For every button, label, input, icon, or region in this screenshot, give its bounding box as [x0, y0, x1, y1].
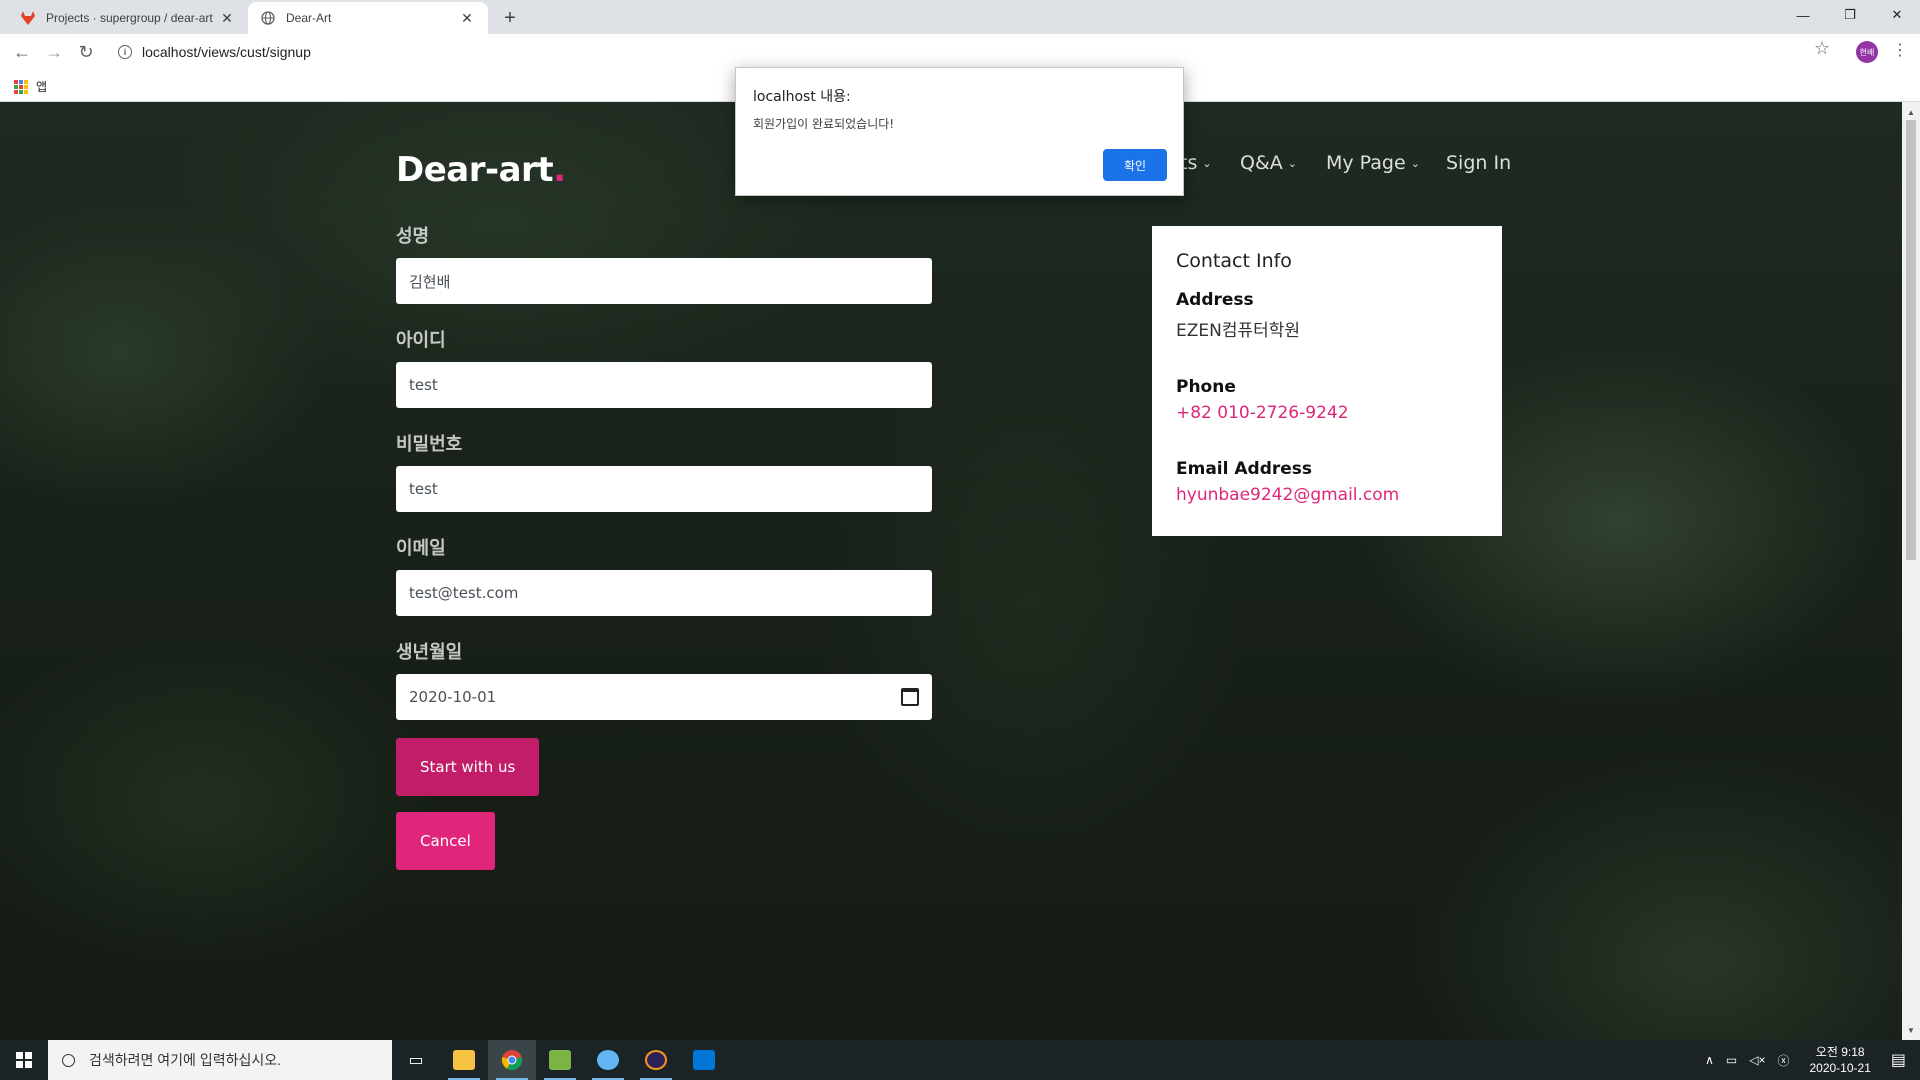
contact-title: Contact Info — [1176, 250, 1292, 272]
notepad-icon[interactable] — [536, 1040, 584, 1080]
ime-icon[interactable]: ⓧ — [1777, 1052, 1789, 1069]
email-value: test@test.com — [409, 584, 519, 602]
birthdate-field[interactable]: 2020-10-01 — [396, 674, 932, 720]
paint-icon[interactable] — [584, 1040, 632, 1080]
brand-text: Dear-art — [396, 150, 554, 190]
taskbar-search-placeholder: 검색하려면 여기에 입력하십시오. — [89, 1052, 281, 1068]
file-explorer-icon[interactable] — [440, 1040, 488, 1080]
browser-toolbar: ← → ↻ i localhost/views/cust/signup — [0, 34, 1920, 70]
brand-dot: . — [553, 150, 566, 190]
taskbar-clock[interactable]: 오전 9:18 2020-10-21 — [1809, 1044, 1870, 1076]
apps-grid-icon — [14, 79, 28, 94]
minimize-icon[interactable]: — — [1780, 0, 1826, 30]
phone-label: Phone — [1176, 377, 1236, 397]
restore-icon[interactable]: ❐ — [1827, 0, 1873, 30]
signup-form: 성명 김현배 아이디 test 비밀번호 test 이메일 test@test.… — [396, 222, 932, 870]
apps-label: 앱 — [36, 80, 48, 94]
userid-value: test — [409, 376, 438, 394]
page-scrollbar[interactable]: ▲ ▼ — [1902, 102, 1920, 1040]
address-bar[interactable]: i localhost/views/cust/signup — [108, 38, 1838, 66]
nav-item-sign-in[interactable]: Sign In — [1446, 152, 1511, 174]
nav-item-my-page[interactable]: My Page ⌄ — [1326, 152, 1420, 174]
tab-title: Projects · supergroup / dear-art — [46, 11, 213, 25]
address-label: Address — [1176, 290, 1254, 310]
contact-info-card: Contact Info Address EZEN컴퓨터학원 Phone +82… — [1152, 226, 1502, 536]
nav-label: Q&A — [1240, 152, 1283, 174]
tray-chevron-up-icon[interactable]: ∧ — [1705, 1053, 1714, 1067]
alert-dialog: localhost 내용: 회원가입이 완료되었습니다! 확인 — [735, 67, 1184, 196]
birthdate-label: 생년월일 — [396, 642, 463, 663]
password-value: test — [409, 480, 438, 498]
system-tray: ∧ ▭ ◁× ⓧ 오전 9:18 2020-10-21 ▤ — [1699, 1040, 1920, 1080]
userid-label: 아이디 — [396, 330, 446, 351]
network-icon[interactable]: ▭ — [1726, 1053, 1737, 1067]
password-label: 비밀번호 — [396, 434, 463, 455]
windows-taskbar: 검색하려면 여기에 입력하십시오. ▭ ∧ ▭ ◁× ⓧ 오전 9:18 202… — [0, 1040, 1920, 1080]
page-viewport: Dear-art. ts ⌄ Q&A ⌄ My Page ⌄ Sign In 성명 김… — [0, 102, 1902, 1040]
chevron-down-icon: ⌄ — [1287, 156, 1297, 170]
clock-time: 오전 9:18 — [1815, 1045, 1865, 1059]
nav-label: Sign In — [1446, 152, 1512, 174]
phone-link[interactable]: +82 010-2726-9242 — [1176, 403, 1478, 423]
bookmark-star-icon[interactable]: ☆ — [1814, 38, 1830, 59]
email-link[interactable]: hyunbae9242@gmail.com — [1176, 485, 1478, 505]
windows-logo-icon — [16, 1052, 32, 1068]
globe-icon — [260, 10, 276, 26]
clock-date: 2020-10-21 — [1809, 1061, 1871, 1075]
name-value: 김현배 — [409, 272, 451, 291]
site-info-icon[interactable]: i — [118, 45, 132, 59]
apps-shortcut[interactable]: 앱 — [14, 78, 47, 95]
task-view-icon[interactable]: ▭ — [392, 1040, 440, 1080]
url-text: localhost/views/cust/signup — [142, 44, 311, 60]
notification-center-icon[interactable]: ▤ — [1891, 1050, 1906, 1070]
reload-icon[interactable]: ↻ — [72, 38, 100, 66]
store-icon[interactable] — [680, 1040, 728, 1080]
name-field[interactable]: 김현배 — [396, 258, 932, 304]
email-address-label: Email Address — [1176, 459, 1313, 479]
userid-field[interactable]: test — [396, 362, 932, 408]
site-logo[interactable]: Dear-art. — [396, 150, 566, 190]
search-icon — [62, 1053, 75, 1067]
eclipse-icon[interactable] — [632, 1040, 680, 1080]
profile-avatar[interactable]: 현배 — [1856, 41, 1878, 63]
chevron-down-icon: ⌄ — [1202, 156, 1212, 170]
address-value: EZEN컴퓨터학원 — [1176, 321, 1301, 341]
forward-icon[interactable]: → — [40, 38, 68, 66]
tab-dear-art[interactable]: Dear-Art ✕ — [248, 2, 488, 34]
cancel-button[interactable]: Cancel — [396, 812, 495, 870]
alert-message: 회원가입이 완료되었습니다! — [753, 117, 895, 131]
nav-item-artists[interactable]: ts ⌄ — [1180, 152, 1212, 174]
tab-gitlab-projects[interactable]: Projects · supergroup / dear-art ✕ — [8, 2, 248, 34]
password-field[interactable]: test — [396, 466, 932, 512]
scroll-up-icon[interactable]: ▲ — [1902, 104, 1920, 120]
scrollbar-thumb[interactable] — [1906, 120, 1916, 560]
tab-title: Dear-Art — [286, 11, 332, 25]
chevron-down-icon: ⌄ — [1410, 156, 1420, 170]
close-tab-icon[interactable]: ✕ — [218, 9, 236, 27]
nav-item-qna[interactable]: Q&A ⌄ — [1240, 152, 1297, 174]
volume-muted-icon[interactable]: ◁× — [1749, 1053, 1765, 1067]
nav-label: My Page — [1326, 152, 1406, 174]
back-icon[interactable]: ← — [8, 38, 36, 66]
email-label: 이메일 — [396, 538, 446, 559]
close-tab-icon[interactable]: ✕ — [458, 9, 476, 27]
chrome-icon[interactable] — [488, 1040, 536, 1080]
scroll-down-icon[interactable]: ▼ — [1902, 1022, 1920, 1038]
alert-title: localhost 내용: — [753, 89, 851, 105]
calendar-icon[interactable] — [901, 688, 919, 706]
taskbar-search-box[interactable]: 검색하려면 여기에 입력하십시오. — [48, 1040, 392, 1080]
window-close-icon[interactable]: ✕ — [1874, 0, 1920, 30]
browser-menu-icon[interactable]: ⋮ — [1892, 40, 1908, 60]
name-label: 성명 — [396, 226, 430, 247]
new-tab-button[interactable]: + — [498, 6, 522, 30]
gitlab-icon — [20, 10, 36, 26]
browser-tabstrip: Projects · supergroup / dear-art ✕ Dear-… — [0, 0, 1920, 34]
start-with-us-button[interactable]: Start with us — [396, 738, 540, 796]
start-button[interactable] — [0, 1040, 48, 1080]
birthdate-value: 2020-10-01 — [409, 688, 497, 706]
email-field[interactable]: test@test.com — [396, 570, 932, 616]
alert-ok-button[interactable]: 확인 — [1103, 149, 1167, 181]
